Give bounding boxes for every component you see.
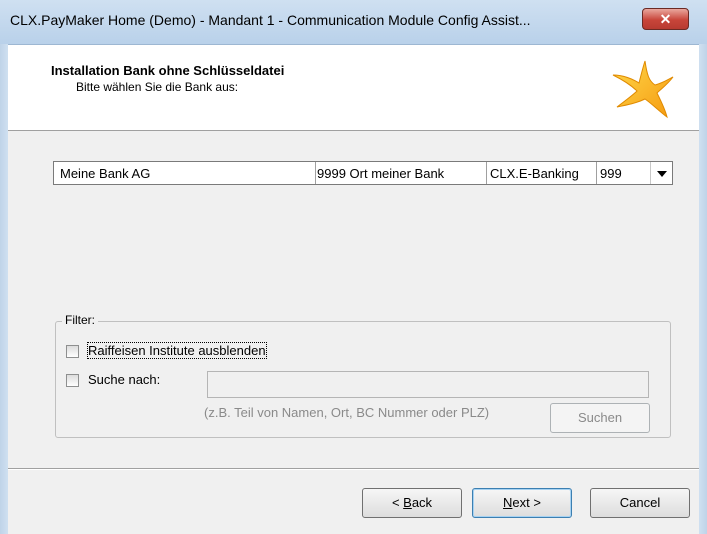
column-divider — [315, 162, 316, 184]
next-mnemonic: N — [503, 495, 513, 510]
search-button[interactable]: Suchen — [550, 403, 650, 433]
page-title: Installation Bank ohne Schlüsseldatei — [51, 63, 285, 78]
footer-divider-highlight — [8, 469, 699, 470]
next-label-suffix: ext > — [512, 495, 541, 510]
close-button[interactable]: ✕ — [642, 8, 689, 30]
search-label[interactable]: Suche nach: — [88, 372, 160, 387]
search-hint: (z.B. Teil von Namen, Ort, BC Nummer ode… — [204, 405, 490, 420]
back-mnemonic: B — [403, 495, 412, 510]
next-button[interactable]: Next > — [472, 488, 572, 518]
page-subtitle: Bitte wählen Sie die Bank aus: — [76, 80, 239, 94]
raiffeisen-label[interactable]: Raiffeisen Institute ausblenden — [87, 342, 267, 359]
dropdown-button[interactable] — [650, 162, 672, 184]
title-bar[interactable]: CLX.PayMaker Home (Demo) - Mandant 1 - C… — [0, 0, 707, 45]
star-icon — [612, 60, 674, 119]
search-checkbox[interactable] — [66, 374, 79, 387]
column-divider — [486, 162, 487, 184]
bank-dropdown[interactable]: Meine Bank AG 9999 Ort meiner Bank CLX.E… — [53, 161, 673, 185]
window-frame-left — [0, 44, 8, 534]
bank-type: CLX.E-Banking — [490, 166, 579, 181]
search-input[interactable] — [207, 371, 649, 398]
bank-code: 999 — [600, 166, 622, 181]
filter-legend: Filter: — [62, 313, 98, 327]
chevron-down-icon — [657, 171, 667, 177]
column-divider — [596, 162, 597, 184]
back-button[interactable]: < Back — [362, 488, 462, 518]
close-icon: ✕ — [659, 11, 672, 27]
window-title: CLX.PayMaker Home (Demo) - Mandant 1 - C… — [10, 12, 531, 28]
bank-location: 9999 Ort meiner Bank — [317, 166, 445, 181]
back-label-suffix: ack — [411, 495, 433, 510]
window-frame-right — [699, 44, 707, 534]
wizard-content: Meine Bank AG 9999 Ort meiner Bank CLX.E… — [8, 131, 699, 534]
wizard-header: Installation Bank ohne Schlüsseldatei Bi… — [8, 45, 699, 131]
bank-name: Meine Bank AG — [60, 166, 151, 181]
raiffeisen-checkbox[interactable] — [66, 345, 79, 358]
back-label-prefix: < — [391, 495, 404, 510]
cancel-button[interactable]: Cancel — [590, 488, 690, 518]
